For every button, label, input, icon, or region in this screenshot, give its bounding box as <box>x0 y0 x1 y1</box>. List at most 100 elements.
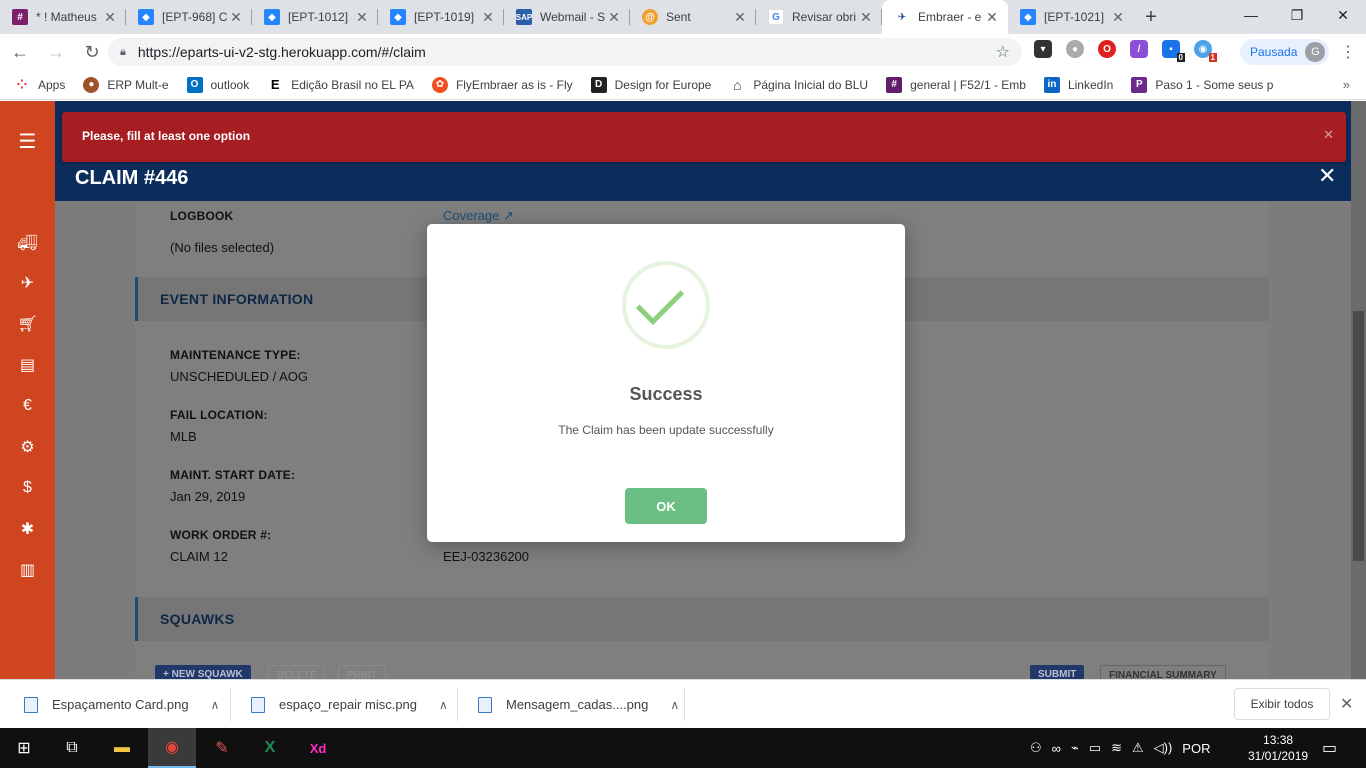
financial-summary-button[interactable]: FINANCIAL SUMMARY <box>1100 665 1226 679</box>
windows-start-icon[interactable]: ⊞ <box>0 728 48 768</box>
quill-extension-icon[interactable]: / <box>1130 40 1148 58</box>
show-all-downloads-button[interactable]: Exibir todos <box>1234 688 1330 720</box>
bookmark-blu[interactable]: ⌂ Página Inicial do BLU <box>729 77 868 93</box>
browser-menu-icon[interactable]: ⋮ <box>1340 42 1356 62</box>
bookmark-slack[interactable]: # general | F52/1 - Emb <box>886 76 1026 93</box>
new-tab-button[interactable]: + <box>1134 0 1168 34</box>
extension-notify-icon[interactable]: ◉ 1 <box>1194 40 1217 62</box>
settings-icon[interactable]: ✱ <box>0 514 55 544</box>
opera-extension-icon[interactable]: O <box>1098 40 1116 58</box>
browser-tab[interactable]: SAP Webmail - S ✕ <box>504 0 630 34</box>
new-squawk-button[interactable]: + NEW SQUAWK <box>155 665 251 679</box>
bookmark-apps[interactable]: ⁘ Apps <box>14 77 66 93</box>
chevron-up-icon[interactable]: ∧ <box>211 698 220 712</box>
tab-title: [EPT-1012] <box>288 10 349 24</box>
reload-icon[interactable]: ↻ <box>76 36 108 68</box>
mail-icon: @ <box>642 9 658 25</box>
link-icon[interactable]: ∞ <box>1052 741 1061 756</box>
forward-icon[interactable]: → <box>40 36 72 68</box>
bookmark-elpais[interactable]: E Edição Brasil no EL PA <box>267 76 414 93</box>
browser-tab[interactable]: # * ! Matheus ✕ <box>0 0 126 34</box>
notifications-icon[interactable]: ▭ <box>1322 738 1337 758</box>
extension-icon[interactable]: ● <box>1066 40 1084 58</box>
bookmark-erp[interactable]: ● ERP Mult-e <box>83 76 169 93</box>
close-claim-icon[interactable]: ✕ <box>1318 163 1336 189</box>
people-icon[interactable]: ⚇ <box>1030 740 1042 756</box>
chevron-up-icon[interactable]: ∧ <box>670 698 679 712</box>
download-item[interactable]: Espaçamento Card.png ∧ <box>24 680 219 729</box>
parts-icon[interactable]: ⚙ <box>0 432 55 462</box>
pocket-extension-icon[interactable]: ▾ <box>1034 40 1052 58</box>
chart-icon[interactable]: ▥ <box>0 555 55 585</box>
document-icon[interactable]: ▤ <box>0 350 55 380</box>
url-text[interactable]: https://eparts-ui-v2-stg.herokuapp.com/#… <box>138 44 996 60</box>
address-bar[interactable]: 🔒︎ https://eparts-ui-v2-stg.herokuapp.co… <box>108 38 1022 66</box>
section-title: EVENT INFORMATION <box>160 291 314 307</box>
scrollbar-thumb[interactable] <box>1353 311 1364 561</box>
cart-icon[interactable]: 🛒︎ <box>0 309 55 339</box>
language-indicator[interactable]: POR <box>1182 741 1210 756</box>
slack-icon: # <box>886 76 903 93</box>
wifi-icon[interactable]: ≋ <box>1111 740 1122 756</box>
hamburger-menu-icon[interactable]: ☰ <box>0 126 55 156</box>
close-window-icon[interactable]: ✕ <box>1320 0 1366 30</box>
browser-tab-active[interactable]: ✈ Embraer - e ✕ <box>882 0 1008 34</box>
bookmark-linkedin[interactable]: in LinkedIn <box>1043 76 1113 93</box>
close-tab-icon[interactable]: ✕ <box>858 9 874 26</box>
paint-icon[interactable]: ✎ <box>198 728 246 768</box>
close-alert-icon[interactable]: ✕ <box>1323 127 1334 143</box>
browser-tab[interactable]: ◆ [EPT-968] C ✕ <box>126 0 252 34</box>
chrome-icon[interactable]: ◉ <box>148 728 196 768</box>
close-downloads-icon[interactable]: ✕ <box>1340 694 1353 714</box>
print-button[interactable]: PRINT <box>338 665 386 679</box>
file-explorer-icon[interactable]: ▬ <box>98 728 146 768</box>
submit-button[interactable]: SUBMIT <box>1030 665 1085 679</box>
truck-icon[interactable]: 🚚︎ <box>0 228 55 258</box>
close-tab-icon[interactable]: ✕ <box>732 9 748 26</box>
close-tab-icon[interactable]: ✕ <box>228 9 244 26</box>
adobe-xd-icon[interactable]: Xd <box>294 728 342 768</box>
close-tab-icon[interactable]: ✕ <box>480 9 496 26</box>
bookmark-design-europe[interactable]: D Design for Europe <box>590 76 711 93</box>
delete-button[interactable]: DELETE <box>268 665 326 679</box>
tab-favicon-icon: # <box>12 9 28 25</box>
airplane-icon[interactable]: ✈ <box>0 268 55 298</box>
minimize-window-icon[interactable]: — <box>1228 0 1274 30</box>
bookmark-outlook[interactable]: Ooutlook <box>186 76 249 93</box>
scrollbar[interactable] <box>1351 101 1366 679</box>
network-icon[interactable]: ⌁ <box>1071 740 1079 756</box>
extension-badge-icon[interactable]: ▪ 0 <box>1162 40 1185 62</box>
restore-window-icon[interactable]: ❐ <box>1274 0 1320 30</box>
back-icon[interactable]: ← <box>4 36 36 68</box>
excel-icon[interactable]: X <box>246 728 294 768</box>
browser-tab[interactable]: G Revisar obri ✕ <box>756 0 882 34</box>
fail-location-label: FAIL LOCATION: <box>170 408 268 422</box>
browser-tab[interactable]: ◆ [EPT-1021] ✕ <box>1008 0 1134 34</box>
alert-icon[interactable]: ⚠ <box>1132 740 1144 756</box>
close-tab-icon[interactable]: ✕ <box>606 9 622 26</box>
clock[interactable]: 13:38 31/01/2019 <box>1248 732 1308 764</box>
ok-button[interactable]: OK <box>625 488 707 524</box>
chevron-up-icon[interactable]: ∧ <box>439 698 448 712</box>
coverage-link[interactable]: Coverage ↗ <box>443 208 514 224</box>
download-item[interactable]: espaço_repair misc.png ∧ <box>251 680 448 729</box>
close-tab-icon[interactable]: ✕ <box>354 9 370 26</box>
browser-tab[interactable]: @ Sent ✕ <box>630 0 756 34</box>
battery-icon[interactable]: ▭ <box>1089 740 1101 756</box>
close-tab-icon[interactable]: ✕ <box>1110 9 1126 26</box>
browser-tab[interactable]: ◆ [EPT-1019] ✕ <box>378 0 504 34</box>
close-tab-icon[interactable]: ✕ <box>102 9 118 26</box>
bookmark-flyembraer[interactable]: ✿ FlyEmbraer as is - Fly <box>431 76 573 93</box>
jira-icon: ◆ <box>1020 9 1036 25</box>
close-tab-icon[interactable]: ✕ <box>984 9 1000 26</box>
dollar-icon[interactable]: $ <box>0 473 55 503</box>
browser-tab[interactable]: ◆ [EPT-1012] ✕ <box>252 0 378 34</box>
bookmark-paso[interactable]: P Paso 1 - Some seus p <box>1131 76 1273 93</box>
download-item[interactable]: Mensagem_cadas....png ∧ <box>478 680 679 729</box>
bookmark-star-icon[interactable]: ☆ <box>996 42 1010 62</box>
currency-box-icon[interactable]: € <box>0 391 55 421</box>
task-view-icon[interactable]: ⧉ <box>48 728 96 768</box>
profile-button[interactable]: Pausada G <box>1240 39 1330 65</box>
volume-icon[interactable]: ◁)) <box>1154 740 1173 756</box>
bookmarks-overflow-icon[interactable]: » <box>1343 77 1350 92</box>
